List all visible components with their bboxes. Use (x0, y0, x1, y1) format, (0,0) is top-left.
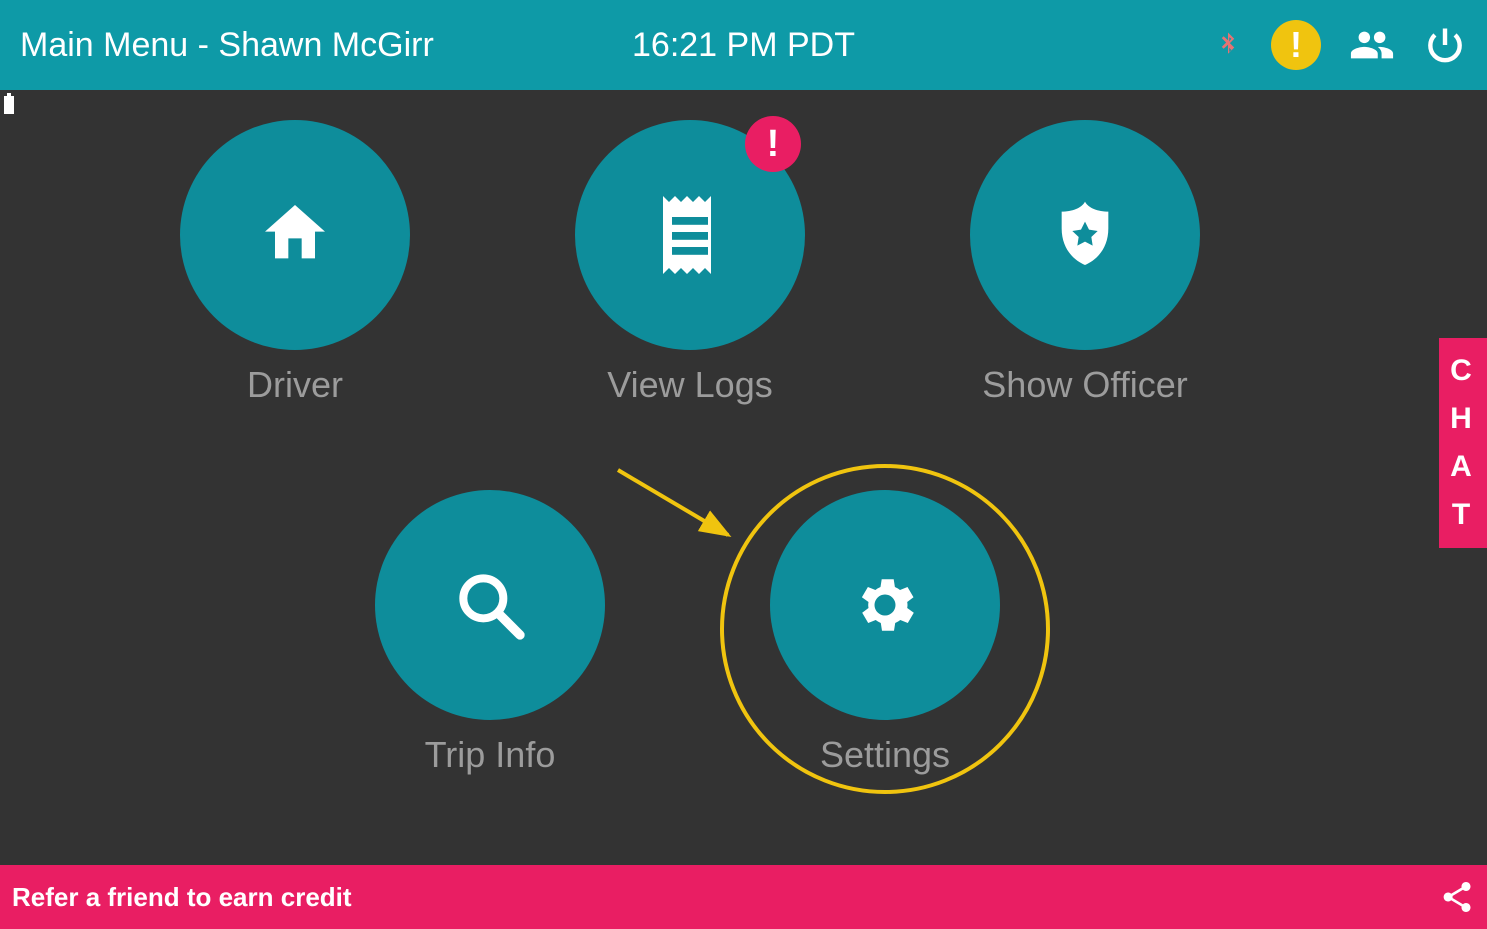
view-logs-circle: ! (575, 120, 805, 350)
topbar-right: ! (1213, 20, 1467, 70)
share-icon (1439, 879, 1475, 915)
chat-tab[interactable]: C H A T (1439, 338, 1487, 548)
home-icon (255, 195, 335, 275)
search-icon (450, 565, 530, 645)
page-title: Main Menu - Shawn McGirr (20, 26, 434, 65)
driver-button[interactable]: Driver (180, 120, 410, 406)
view-logs-button[interactable]: ! View Logs (575, 120, 805, 406)
chat-letter: H (1450, 395, 1476, 443)
view-logs-alert-badge: ! (745, 116, 801, 172)
chat-letter: T (1452, 491, 1474, 539)
trip-info-circle (375, 490, 605, 720)
bluetooth-icon[interactable] (1213, 30, 1243, 60)
show-officer-circle (970, 120, 1200, 350)
show-officer-label: Show Officer (982, 364, 1187, 406)
driver-circle (180, 120, 410, 350)
clock: 16:21 PM PDT (632, 26, 855, 65)
annotation-arrow (608, 460, 758, 560)
main-area: Driver ! View Logs Show Officer (0, 90, 1487, 865)
bottom-bar: Refer a friend to earn credit (0, 865, 1487, 929)
view-logs-label: View Logs (607, 364, 772, 406)
alert-mark: ! (767, 125, 780, 163)
chat-letter: A (1450, 443, 1476, 491)
show-officer-button[interactable]: Show Officer (970, 120, 1200, 406)
alert-icon[interactable]: ! (1271, 20, 1321, 70)
trip-info-button[interactable]: Trip Info (375, 490, 605, 776)
trip-info-label: Trip Info (425, 734, 556, 776)
power-icon[interactable] (1423, 23, 1467, 67)
driver-label: Driver (247, 364, 343, 406)
alert-mark: ! (1290, 27, 1302, 63)
highlight-ring (720, 464, 1050, 794)
refer-link[interactable]: Refer a friend to earn credit (12, 882, 352, 913)
badge-icon (1045, 195, 1125, 275)
receipt-icon (654, 190, 726, 280)
share-button[interactable] (1439, 879, 1475, 915)
top-bar: Main Menu - Shawn McGirr 16:21 PM PDT ! (0, 0, 1487, 90)
chat-letter: C (1450, 347, 1476, 395)
people-icon[interactable] (1349, 22, 1395, 68)
